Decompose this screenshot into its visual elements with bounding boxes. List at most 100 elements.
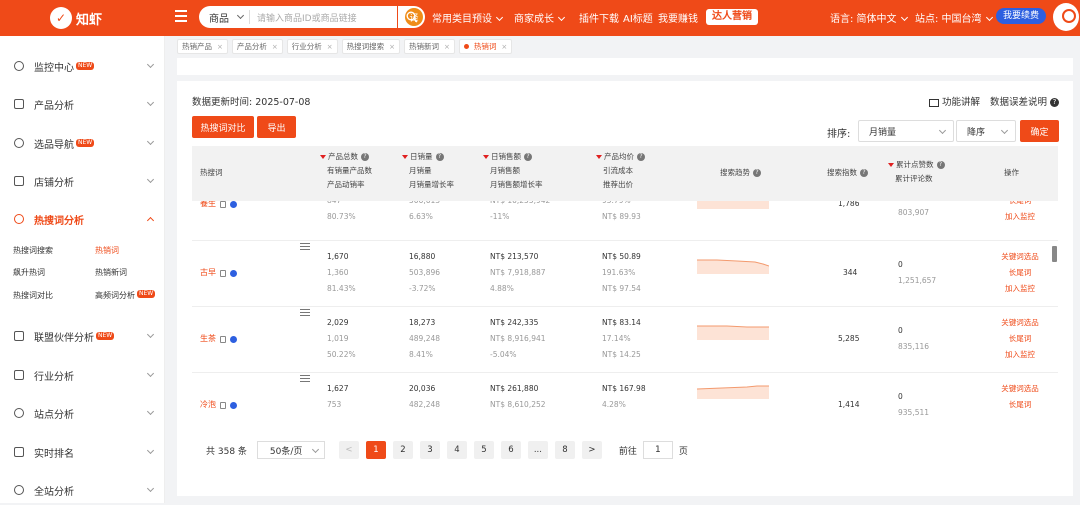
header-products[interactable]: 产品总数? 有销量产品数 产品动销率	[320, 150, 372, 192]
sidebar-item-industry[interactable]: 行业分析	[0, 360, 165, 390]
data-error-link[interactable]: 数据误差说明?	[990, 94, 1059, 108]
sidebar-item-site[interactable]: 站点分析	[0, 398, 165, 428]
feature-guide-link[interactable]: 功能讲解	[928, 94, 980, 108]
add-monitor-link[interactable]: 加入监控	[992, 347, 1048, 363]
keyword-cell[interactable]: 養生	[200, 201, 237, 212]
header-daily-revenue[interactable]: 日销售额? 月销售额 月销售额增长率	[483, 150, 543, 192]
close-icon[interactable]: ×	[444, 43, 450, 51]
sidebar-item-affiliate[interactable]: 联盟伙伴分析 NEW	[0, 321, 165, 351]
sidebar-item-monitor[interactable]: 监控中心 NEW	[0, 51, 165, 81]
table-row[interactable]: 養生 84780.73% 506,6136.63% NT$ 10,255,942…	[192, 201, 1058, 241]
tab-hot-selling-words[interactable]: 热销词 ×	[458, 39, 513, 54]
sub-item-high-freq-words[interactable]: 高频词分析 NEW	[95, 290, 156, 301]
add-monitor-link[interactable]: 加入监控	[992, 209, 1048, 225]
keyword-select-link[interactable]: 关键词选品	[992, 381, 1048, 397]
sub-item-new-hot-words[interactable]: 热销新词	[95, 267, 127, 278]
nav-ai-title[interactable]: AI标题	[623, 10, 653, 25]
copy-icon[interactable]	[220, 201, 226, 208]
longtail-link[interactable]: 长尾词	[992, 265, 1048, 281]
table-row[interactable]: 古早 1,670 1,360 81.43% 16,880 503,896 -3.72% …	[192, 241, 1058, 307]
table-row[interactable]: 生茶 2,029 1,019 50.22% 18,273 489,248 8.41% N…	[192, 307, 1058, 373]
longtail-link[interactable]: 长尾词	[992, 397, 1048, 413]
shop-icon	[14, 176, 24, 186]
page-button[interactable]: 3	[419, 441, 440, 459]
nav-merchant-growth[interactable]: 商家成长	[514, 10, 566, 25]
sidebar-item-full-site[interactable]: 全站分析	[0, 475, 165, 505]
info-icon[interactable]	[230, 401, 237, 409]
page-button[interactable]: 4	[446, 441, 467, 459]
table-row[interactable]: 冷泡 1,627 753 20,036 482,248 NT$ 261,880 NT$…	[192, 373, 1058, 418]
sub-item-keyword-search[interactable]: 热搜词搜索	[13, 245, 53, 256]
close-icon[interactable]: ×	[272, 43, 278, 51]
copy-icon[interactable]	[220, 269, 226, 277]
export-button[interactable]: 导出	[257, 116, 296, 138]
page-button[interactable]: 2	[392, 441, 413, 459]
add-monitor-link[interactable]: 加入监控	[992, 281, 1048, 297]
renew-button[interactable]: 我要续费	[996, 8, 1046, 24]
user-avatar[interactable]	[1053, 3, 1079, 31]
confirm-button[interactable]: 确定	[1020, 120, 1059, 142]
drag-handle-icon[interactable]	[300, 375, 310, 382]
close-icon[interactable]: ×	[501, 43, 507, 51]
tab-hot-products[interactable]: 热销产品 ×	[177, 39, 228, 54]
sidebar-item-shop-analysis[interactable]: 店铺分析	[0, 166, 165, 196]
page-size-select[interactable]: 50条/页	[256, 441, 325, 459]
search-input[interactable]: 请输入商品ID或商品链接	[250, 11, 405, 24]
page-button[interactable]: 8	[554, 441, 575, 459]
longtail-link[interactable]: 长尾词	[992, 331, 1048, 347]
tab-new-hot-words[interactable]: 热销新词 ×	[404, 39, 455, 54]
sidebar-item-ranking[interactable]: 实时排名	[0, 437, 165, 467]
keyword-compare-button[interactable]: 热搜词对比	[192, 116, 254, 138]
goto-page-input[interactable]: 1	[642, 441, 673, 459]
sub-item-rising-words[interactable]: 飙升热词	[13, 267, 45, 278]
sidebar-item-product-nav[interactable]: 选品导航 NEW	[0, 128, 165, 158]
longtail-link[interactable]: 长尾词	[992, 201, 1048, 209]
keyword-cell[interactable]: 生茶	[200, 331, 237, 347]
copy-icon[interactable]	[220, 335, 226, 343]
close-icon[interactable]: ×	[327, 43, 333, 51]
chevron-down-icon	[146, 175, 155, 184]
influencer-marketing-button[interactable]: 达人营销	[706, 9, 758, 25]
tab-keyword-search[interactable]: 热搜词搜索 ×	[341, 39, 400, 54]
keyword-cell[interactable]: 冷泡	[200, 397, 237, 413]
nav-plugin-download[interactable]: 插件下载	[579, 10, 619, 25]
drag-handle-icon[interactable]	[300, 243, 310, 250]
sidebar-item-product-analysis[interactable]: 产品分析	[0, 89, 165, 119]
prev-page-button[interactable]: <	[338, 441, 359, 459]
keyword-cell[interactable]: 古早	[200, 265, 237, 281]
drag-handle-icon[interactable]	[300, 309, 310, 316]
close-icon[interactable]: ×	[217, 43, 223, 51]
sub-item-keyword-compare[interactable]: 热搜词对比	[13, 290, 53, 301]
tab-product-analysis[interactable]: 产品分析 ×	[231, 39, 283, 54]
header-daily-sales[interactable]: 日销量? 月销量 月销量增长率	[402, 150, 454, 192]
sort-order-select[interactable]: 降序	[956, 120, 1016, 142]
menu-toggle-icon[interactable]	[175, 10, 187, 24]
nav-earn-money[interactable]: 我要赚钱	[658, 10, 698, 25]
header-search-index[interactable]: 搜索指数?	[827, 166, 868, 180]
page-ellipsis[interactable]: ...	[527, 441, 548, 459]
copy-icon[interactable]	[220, 401, 226, 409]
page-button[interactable]: 5	[473, 441, 494, 459]
info-icon[interactable]	[230, 201, 237, 208]
page-button[interactable]: 6	[500, 441, 521, 459]
table-scrollbar[interactable]	[1052, 246, 1057, 262]
info-icon[interactable]	[230, 269, 237, 277]
info-icon[interactable]	[230, 335, 237, 343]
page-button[interactable]: 1	[365, 441, 386, 459]
sub-item-hot-selling-words[interactable]: 热销词	[95, 245, 119, 256]
language-select[interactable]: 语言: 简体中文	[830, 10, 908, 25]
sidebar-item-hot-keyword[interactable]: 热搜词分析	[0, 204, 165, 234]
header-likes[interactable]: 累计点赞数? 累计评论数	[888, 158, 945, 186]
search-button[interactable]	[397, 6, 425, 28]
close-icon[interactable]: ×	[389, 43, 395, 51]
site-select[interactable]: 站点: 中国台湾	[915, 10, 993, 25]
keyword-select-link[interactable]: 关键词选品	[992, 315, 1048, 331]
nav-category-preset[interactable]: 常用类目预设	[432, 10, 504, 25]
search-type-select[interactable]: 商品	[199, 10, 250, 25]
app-logo[interactable]: ✓ 知虾	[50, 5, 110, 31]
next-page-button[interactable]: >	[581, 441, 602, 459]
sort-field-select[interactable]: 月销量	[858, 120, 954, 142]
keyword-select-link[interactable]: 关键词选品	[992, 249, 1048, 265]
tab-industry-analysis[interactable]: 行业分析 ×	[286, 39, 338, 54]
header-avg-price[interactable]: 产品均价? 引流成本 推荐出价	[596, 150, 645, 192]
